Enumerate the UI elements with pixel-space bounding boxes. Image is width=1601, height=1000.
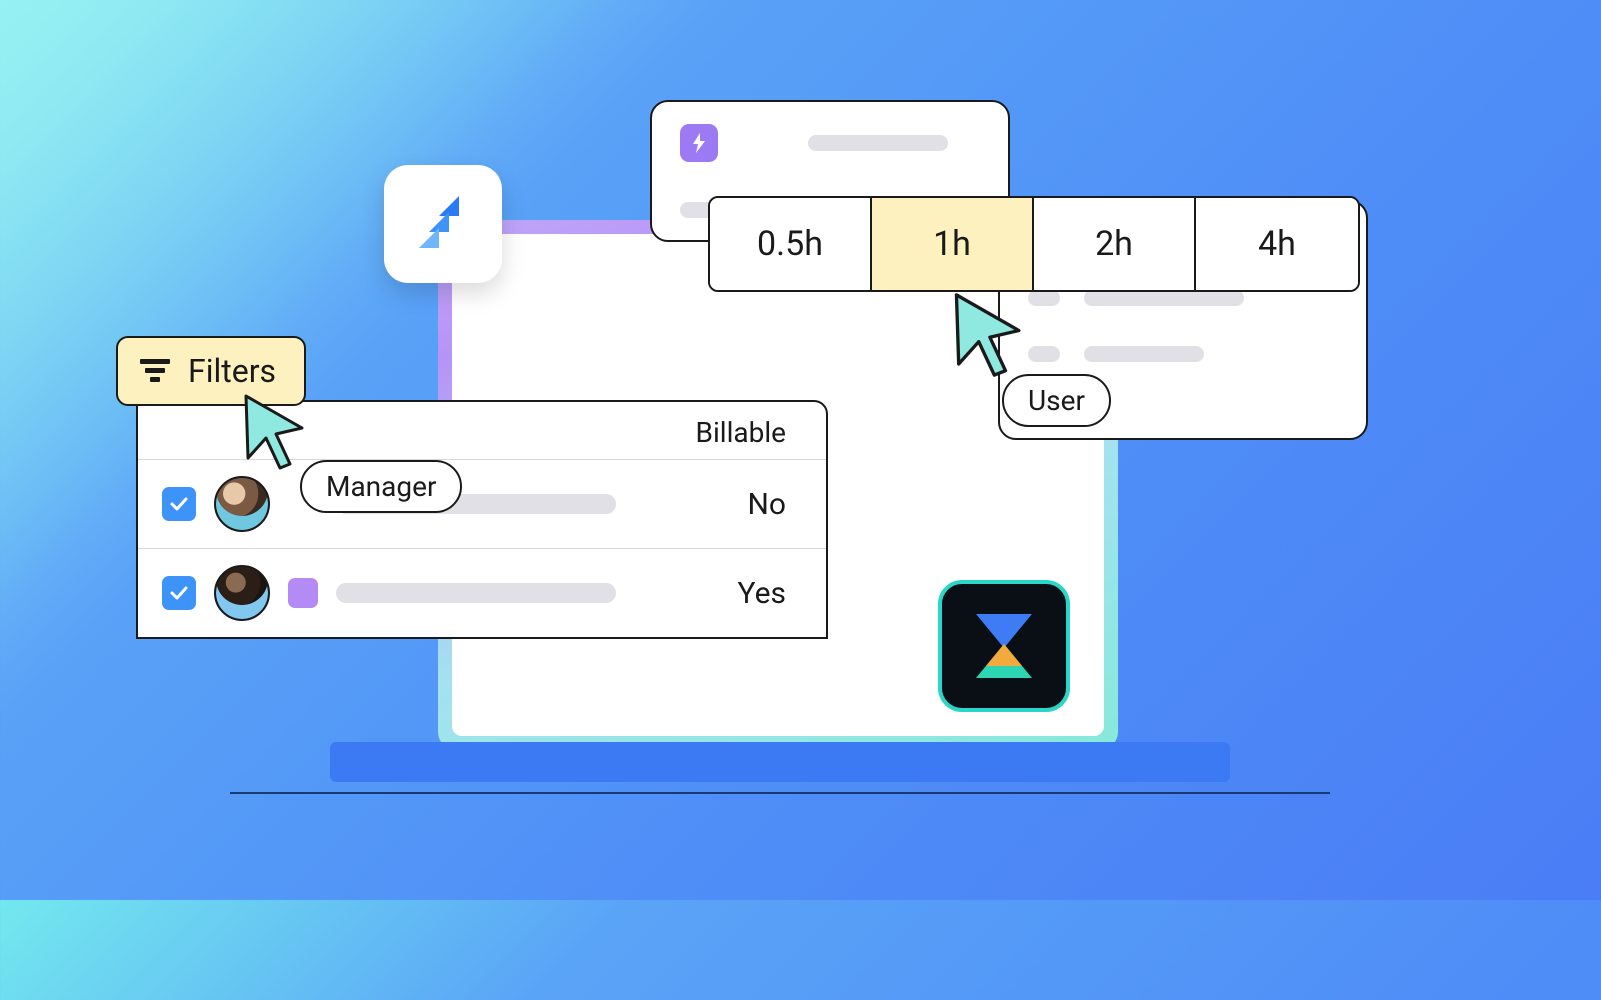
placeholder-line <box>808 135 948 151</box>
time-option-label: 1h <box>933 224 971 264</box>
time-option[interactable]: 2h <box>1034 198 1196 290</box>
jira-icon <box>409 190 477 258</box>
time-option-label: 4h <box>1258 224 1296 264</box>
placeholder-line <box>1084 290 1244 306</box>
filter-icon <box>140 359 170 383</box>
filter-table: Billable No Yes <box>136 400 828 639</box>
bolt-badge <box>680 124 718 162</box>
filters-label: Filters <box>188 352 276 390</box>
avatar <box>214 565 270 621</box>
filters-button[interactable]: Filters <box>116 336 306 406</box>
billable-value: Yes <box>738 576 786 611</box>
time-option[interactable]: 1h <box>872 198 1034 290</box>
role-pill-manager: Manager <box>300 460 462 513</box>
role-pill-user: User <box>1002 374 1111 427</box>
time-option[interactable]: 4h <box>1196 198 1358 290</box>
row-checkbox[interactable] <box>162 576 196 610</box>
time-option-label: 0.5h <box>757 224 823 264</box>
placeholder-bar <box>336 583 616 603</box>
check-icon <box>169 583 189 603</box>
time-option[interactable]: 0.5h <box>710 198 872 290</box>
timetracker-logo-badge <box>938 580 1070 712</box>
time-option-label: 2h <box>1095 224 1133 264</box>
placeholder-dot <box>1028 290 1060 306</box>
jira-logo-badge <box>384 165 502 283</box>
color-swatch <box>288 578 318 608</box>
table-header: Billable <box>138 402 826 459</box>
bolt-icon <box>691 133 707 153</box>
role-label: Manager <box>326 470 436 503</box>
placeholder-line <box>1084 346 1204 362</box>
role-label: User <box>1028 384 1085 417</box>
hourglass-icon <box>964 606 1044 686</box>
row-checkbox[interactable] <box>162 487 196 521</box>
table-row[interactable]: No <box>138 459 826 548</box>
column-header-billable: Billable <box>696 416 786 449</box>
billable-value: No <box>747 487 786 522</box>
check-icon <box>169 494 189 514</box>
placeholder-dot <box>1028 346 1060 362</box>
table-row[interactable]: Yes <box>138 548 826 637</box>
laptop-base <box>330 742 1230 782</box>
avatar <box>214 476 270 532</box>
time-segmented-control[interactable]: 0.5h 1h 2h 4h <box>708 196 1360 292</box>
laptop-shadow <box>230 792 1330 794</box>
